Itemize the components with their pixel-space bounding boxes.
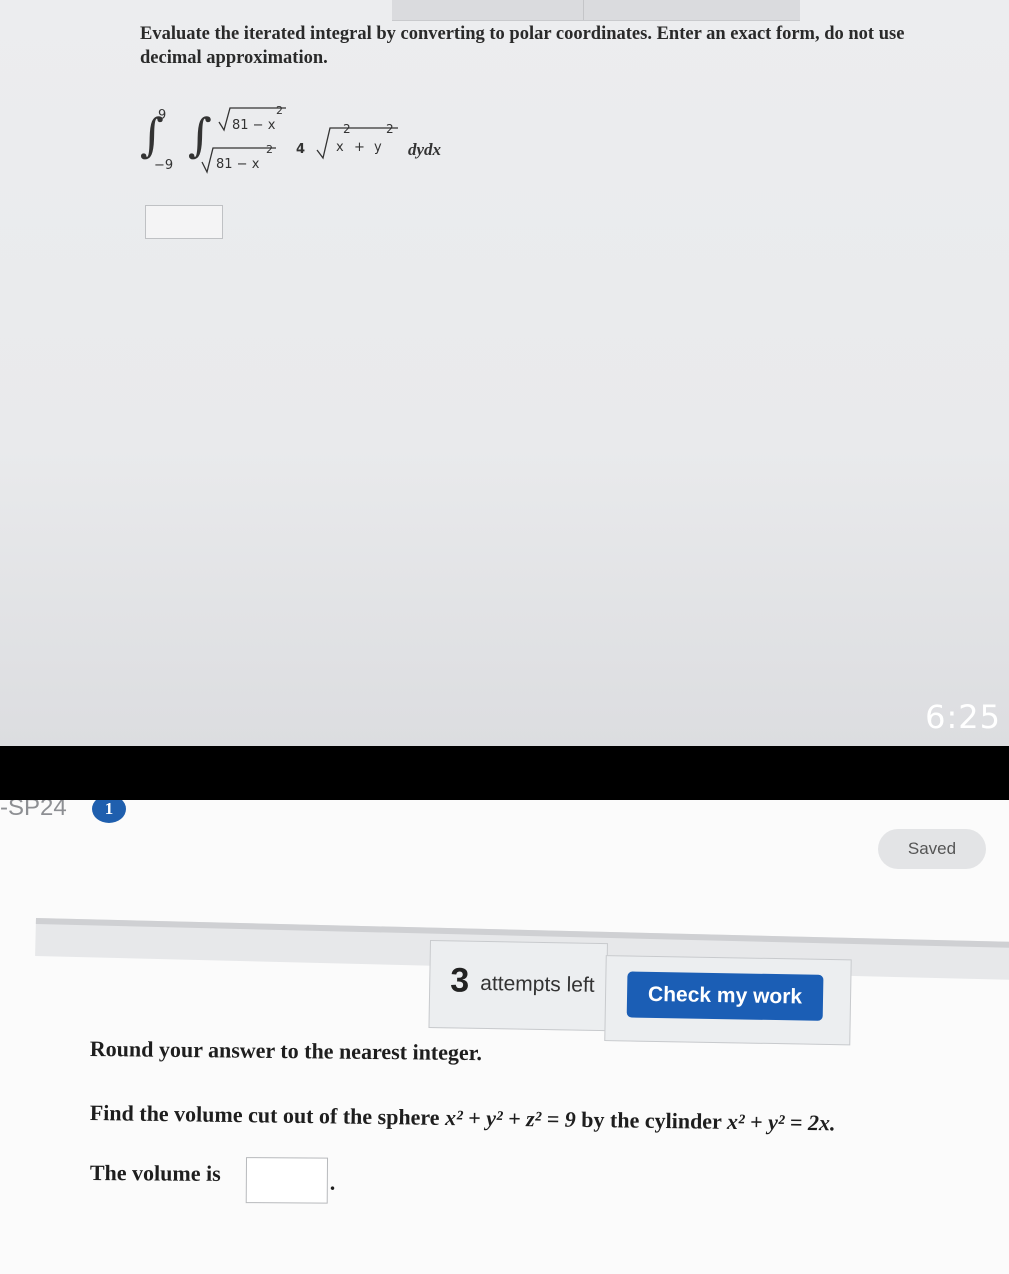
integrand-coefficient: 4	[296, 142, 306, 157]
check-my-work-button[interactable]: Check my work	[626, 971, 824, 1021]
differential: dydx	[408, 140, 442, 159]
top-tab-strip	[392, 0, 800, 21]
by-the-cylinder: by the cylinder	[581, 1106, 722, 1134]
question1-prompt: Evaluate the iterated integral by conver…	[140, 22, 1009, 70]
cylinder-equation: x² + y² = 2x.	[726, 1108, 836, 1136]
rounding-instruction: Round your answer to the nearest integer…	[89, 1036, 483, 1066]
volume-answer-input[interactable]	[245, 1157, 329, 1204]
question-panel-bottom: -SP24 1 Saved 3 attempts left Check my w…	[0, 800, 1009, 1274]
volume-answer-row: The volume is .	[89, 1157, 335, 1204]
integrand-y: y	[374, 140, 382, 155]
saved-status-badge: Saved	[878, 829, 986, 869]
course-tag: -SP24	[0, 800, 67, 821]
sphere-equation: x² + y² + z² = 9	[444, 1104, 576, 1132]
inner-lower-exp: 2	[266, 143, 273, 156]
attempts-count: 3	[449, 961, 470, 1000]
black-separator	[0, 746, 1009, 800]
question1-prompt-line2: decimal approximation.	[140, 48, 328, 68]
integrand-plus: +	[354, 140, 365, 155]
tab-divider	[583, 0, 584, 20]
question1-prompt-line1: Evaluate the iterated integral by conver…	[140, 24, 905, 44]
question-panel-top: Evaluate the iterated integral by conver…	[0, 0, 1009, 746]
clock-time: 6:25	[925, 698, 1001, 736]
question-number-badge[interactable]: 1	[92, 800, 126, 823]
integrand-x-exp: 2	[343, 122, 351, 136]
integrand-y-exp: 2	[386, 122, 394, 136]
inner-upper-exp: 2	[276, 104, 283, 117]
volume-label: The volume is	[89, 1160, 221, 1186]
outer-upper-limit: 9	[158, 108, 167, 123]
attempt-bar: 3 attempts left Check my work	[428, 940, 852, 1046]
answer-period: .	[329, 1169, 336, 1195]
inner-lower-limit: 81 − x	[216, 157, 260, 172]
outer-lower-limit: −9	[154, 158, 174, 173]
question2-prefix: Find the volume cut out of the sphere	[89, 1100, 440, 1130]
question1-answer-input[interactable]	[145, 205, 223, 239]
attempts-panel: 3 attempts left	[428, 940, 608, 1032]
inner-integral-sign: ∫	[188, 108, 212, 162]
iterated-integral: ∫ 9 −9 ∫ 81 − x 2 81 − x 2 4 2 2 x + y d…	[140, 100, 500, 190]
question2-prompt: Find the volume cut out of the sphere x²…	[90, 1100, 836, 1136]
integrand-x: x	[336, 140, 344, 155]
inner-upper-limit: 81 − x	[232, 118, 276, 133]
attempts-label: attempts left	[480, 971, 595, 997]
